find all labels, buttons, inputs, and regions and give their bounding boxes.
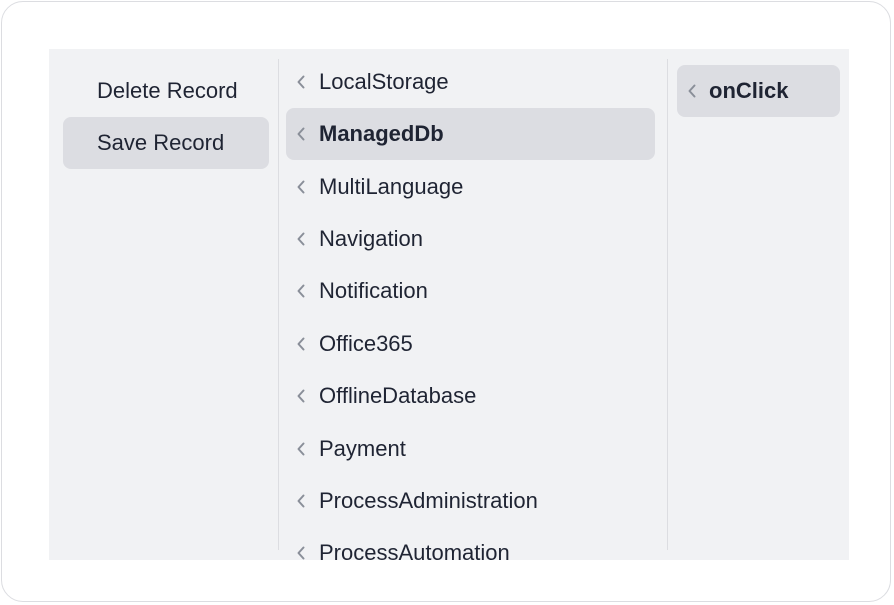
menu-item-label: ProcessAdministration [319,488,538,513]
menu-item-office365[interactable]: Office365 [286,318,655,370]
menu-item-label: ProcessAutomation [319,540,510,560]
menu-item-manageddb[interactable]: ManagedDb [286,108,655,160]
menu-item-navigation[interactable]: Navigation [286,213,655,265]
menu-item-delete-record[interactable]: Delete Record [63,65,269,117]
chevron-left-icon [294,475,308,527]
menu-item-label: Office365 [319,331,413,356]
menu-item-label: Payment [319,436,406,461]
menu-item-label: Save Record [97,130,225,155]
chevron-left-icon [685,65,699,117]
menu-item-offlinedatabase[interactable]: OfflineDatabase [286,370,655,422]
chevron-left-icon [294,527,308,560]
window-frame: Delete Record Save Record LocalStorage M… [1,1,891,602]
right-menu: onClick [668,49,849,560]
menu-item-save-record[interactable]: Save Record [63,117,269,169]
menu-item-processadministration[interactable]: ProcessAdministration [286,475,655,527]
chevron-left-icon [294,161,308,213]
chevron-left-icon [294,213,308,265]
chevron-left-icon [294,265,308,317]
menu-item-notification[interactable]: Notification [286,265,655,317]
middle-menu: LocalStorage ManagedDb MultiLanguage Nav… [278,49,667,560]
menu-item-label: Delete Record [97,78,238,103]
menu-item-processautomation[interactable]: ProcessAutomation [286,527,655,560]
menu-item-label: Notification [319,278,428,303]
menu-item-label: LocalStorage [319,69,449,94]
menu-item-onclick[interactable]: onClick [677,65,840,117]
chevron-left-icon [294,56,308,108]
chevron-left-icon [294,370,308,422]
menu-item-localstorage[interactable]: LocalStorage [286,56,655,108]
chevron-left-icon [294,318,308,370]
menu-item-label: OfflineDatabase [319,383,477,408]
menu-item-payment[interactable]: Payment [286,423,655,475]
menu-item-multilanguage[interactable]: MultiLanguage [286,161,655,213]
menu-item-label: onClick [709,78,789,103]
left-menu: Delete Record Save Record [49,49,278,560]
menu-panel: Delete Record Save Record LocalStorage M… [49,49,849,560]
menu-item-label: MultiLanguage [319,174,464,199]
chevron-left-icon [294,108,308,160]
menu-item-label: ManagedDb [319,121,444,146]
chevron-left-icon [294,423,308,475]
menu-item-label: Navigation [319,226,423,251]
